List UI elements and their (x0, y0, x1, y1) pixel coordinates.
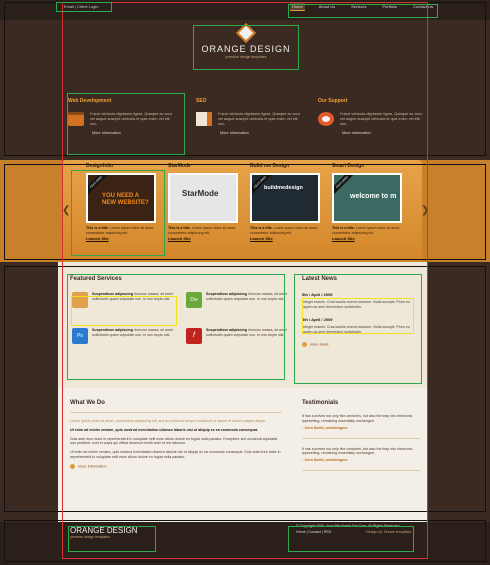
overlay-box (288, 4, 438, 18)
overlay-box (193, 25, 299, 70)
overlay-box (56, 2, 112, 12)
overlay-box (288, 526, 414, 552)
overlay-box (67, 274, 285, 380)
overlay-box (67, 93, 185, 155)
overlay-box (71, 170, 165, 256)
overlay-box (71, 296, 177, 326)
page: Email | Client Login Home About Us Servi… (0, 0, 490, 565)
overlay-box (68, 526, 156, 552)
overlay-box (302, 298, 414, 334)
